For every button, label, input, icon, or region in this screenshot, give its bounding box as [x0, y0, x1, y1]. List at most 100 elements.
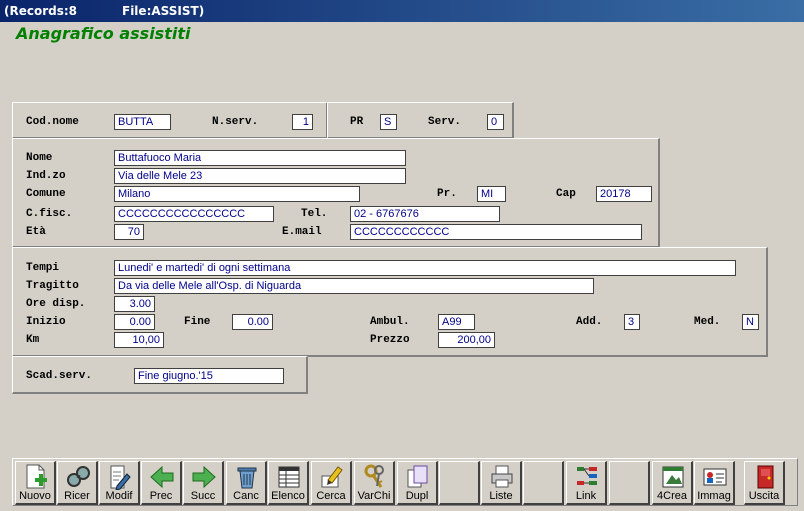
pr-label: PR: [350, 116, 364, 128]
cap-input[interactable]: 20178: [596, 186, 652, 202]
prezzo-input[interactable]: 200,00: [438, 332, 495, 348]
varchi-label: VarChi: [357, 490, 391, 502]
n-serv-label: N.serv.: [212, 116, 259, 128]
indirizzo-input[interactable]: Via delle Mele 23: [114, 168, 406, 184]
new-document-icon: [26, 464, 47, 489]
create-window-icon: [662, 466, 684, 488]
scad-serv-input[interactable]: Fine giugno.'15: [134, 368, 284, 384]
tel-label: Tel.: [301, 208, 328, 220]
edit-document-icon: [110, 465, 131, 490]
elenco-label: Elenco: [271, 490, 305, 502]
link-tree-icon: [577, 467, 597, 485]
med-input[interactable]: N: [742, 314, 759, 330]
keys-icon: [364, 464, 384, 488]
trash-icon: [237, 467, 257, 489]
crea-button[interactable]: 4Crea: [652, 461, 693, 505]
liste-label: Liste: [489, 490, 513, 502]
link-label: Link: [575, 490, 597, 502]
file-name: File:ASSIST): [122, 4, 205, 18]
elenco-button[interactable]: Elenco: [268, 461, 309, 505]
tempi-label: Tempi: [26, 262, 60, 274]
uscita-button[interactable]: Uscita: [744, 461, 785, 505]
email-input[interactable]: CCCCCCCCCCCC: [350, 224, 642, 240]
add-label: Add.: [576, 316, 603, 328]
inizio-label: Inizio: [26, 316, 66, 328]
inizio-input[interactable]: 0.00: [114, 314, 155, 330]
nuovo-button[interactable]: Nuovo: [15, 461, 56, 505]
cap-label: Cap: [556, 188, 576, 200]
ambul-input[interactable]: A99: [438, 314, 475, 330]
page-title: Anagrafico assistiti: [16, 24, 191, 43]
cod-nome-input[interactable]: BUTTA: [114, 114, 171, 130]
empty-button-2[interactable]: [523, 461, 564, 505]
nome-label: Nome: [26, 152, 53, 164]
search-binoculars-icon: [67, 466, 90, 487]
km-label: Km: [26, 334, 40, 346]
canc-label: Canc: [233, 490, 259, 502]
prec-button[interactable]: Prec: [141, 461, 182, 505]
nome-input[interactable]: Buttafuoco Maria: [114, 150, 406, 166]
id-card-icon: [703, 468, 727, 486]
cfisc-input[interactable]: CCCCCCCCCCCCCCCC: [114, 206, 274, 222]
canc-button[interactable]: Canc: [226, 461, 267, 505]
tragitto-label: Tragitto: [26, 280, 79, 292]
km-input[interactable]: 10,00: [114, 332, 164, 348]
prezzo-label: Prezzo: [370, 334, 410, 346]
scad-serv-label: Scad.serv.: [26, 370, 93, 382]
empty-button-3[interactable]: [609, 461, 650, 505]
med-label: Med.: [694, 316, 721, 328]
comune-label: Comune: [26, 188, 66, 200]
dupl-label: Dupl: [405, 490, 429, 502]
comune-input[interactable]: Milano: [114, 186, 360, 202]
exit-door-icon: [757, 465, 774, 489]
varchi-button[interactable]: VarChi: [354, 461, 395, 505]
crea-label: 4Crea: [657, 490, 687, 502]
indirizzo-label: Ind.zo: [26, 170, 66, 182]
arrow-right-icon: [192, 465, 216, 489]
ore-disp-input[interactable]: 3.00: [114, 296, 155, 312]
prec-label: Prec: [149, 490, 173, 502]
dupl-button[interactable]: Dupl: [397, 461, 438, 505]
link-button[interactable]: Link: [566, 461, 607, 505]
immag-button[interactable]: Immag: [694, 461, 735, 505]
arrow-left-icon: [150, 465, 174, 489]
nuovo-label: Nuovo: [19, 490, 51, 502]
cerca-button[interactable]: Cerca: [311, 461, 352, 505]
duplicate-icon: [407, 465, 428, 488]
eta-label: Età: [26, 226, 46, 238]
provincia-input[interactable]: MI: [477, 186, 506, 202]
liste-button[interactable]: Liste: [481, 461, 522, 505]
n-serv-input[interactable]: 1: [292, 114, 313, 130]
cod-nome-label: Cod.nome: [26, 116, 79, 128]
ricer-label: Ricer: [64, 490, 90, 502]
cfisc-label: C.fisc.: [26, 208, 73, 220]
modif-label: Modif: [105, 490, 133, 502]
eta-input[interactable]: 70: [114, 224, 144, 240]
tragitto-input[interactable]: Da via delle Mele all'Osp. di Niguarda: [114, 278, 594, 294]
immag-label: Immag: [697, 490, 731, 502]
succ-label: Succ: [190, 490, 216, 502]
ricer-button[interactable]: Ricer: [57, 461, 98, 505]
pr-input[interactable]: S: [380, 114, 397, 130]
uscita-label: Uscita: [748, 490, 780, 502]
search-highlight-icon: [321, 466, 343, 488]
ambul-label: Ambul.: [370, 316, 410, 328]
table-list-icon: [278, 466, 300, 488]
fine-input[interactable]: 0.00: [232, 314, 273, 330]
modif-button[interactable]: Modif: [99, 461, 140, 505]
serv-input[interactable]: 0: [487, 114, 504, 130]
cerca-label: Cerca: [316, 490, 346, 502]
fine-label: Fine: [184, 316, 211, 328]
empty-button-1[interactable]: [439, 461, 480, 505]
provincia-label: Pr.: [437, 188, 457, 200]
serv-label: Serv.: [428, 116, 462, 128]
email-label: E.mail: [282, 226, 322, 238]
add-input[interactable]: 3: [624, 314, 640, 330]
records-count: (Records:8: [4, 4, 78, 18]
tel-input[interactable]: 02 - 6767676: [350, 206, 500, 222]
title-bar: (Records:8 File:ASSIST): [0, 0, 804, 22]
ore-disp-label: Ore disp.: [26, 298, 86, 310]
printer-icon: [491, 465, 513, 488]
tempi-input[interactable]: Lunedi' e martedi' di ogni settimana: [114, 260, 736, 276]
succ-button[interactable]: Succ: [183, 461, 224, 505]
